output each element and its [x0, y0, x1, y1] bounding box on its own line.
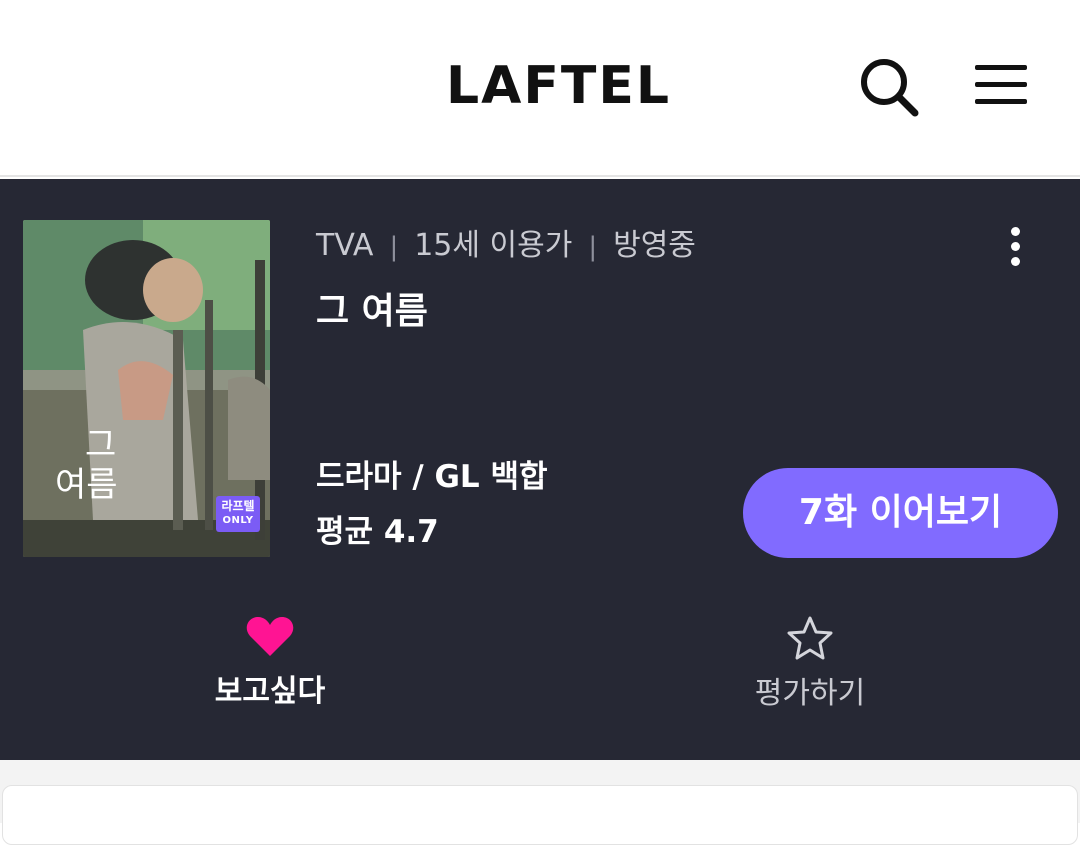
heart-icon — [246, 617, 294, 656]
more-vertical-icon — [995, 227, 1035, 266]
anime-title: 그 여름 — [316, 291, 428, 332]
age-rating-label: 15세 이용가 — [414, 228, 573, 263]
search-button[interactable] — [858, 56, 920, 118]
anime-detail-panel: 그 여름 라프텔 ONLY TVA | 15세 이용가 | 방영중 그 여름 드라마 /… — [0, 179, 1080, 760]
laftel-only-badge: 라프텔 ONLY — [216, 496, 260, 532]
anime-meta: TVA | 15세 이용가 | 방영중 — [316, 221, 696, 272]
badge-line2: ONLY — [222, 515, 254, 526]
menu-button[interactable] — [975, 62, 1029, 108]
rate-button[interactable]: 평가하기 — [690, 616, 930, 736]
genre-label: 드라마 / GL 백합 — [316, 459, 548, 495]
star-outline-icon — [787, 616, 833, 660]
hamburger-menu-icon — [975, 65, 1027, 104]
continue-watching-button[interactable]: 7화 이어보기 — [743, 468, 1058, 558]
wishlist-label: 보고싶다 — [214, 674, 326, 709]
format-label: TVA — [316, 228, 374, 263]
app-header: LAFTEL — [0, 0, 1080, 177]
more-options-button[interactable] — [995, 223, 1035, 275]
meta-divider: | — [389, 232, 399, 262]
content-card — [2, 785, 1078, 845]
poster-image[interactable]: 그 여름 라프텔 ONLY — [23, 220, 270, 557]
poster-title: 그 여름 — [55, 425, 118, 505]
badge-line1: 라프텔 — [221, 499, 255, 513]
laftel-logo[interactable]: LAFTEL — [446, 56, 671, 116]
poster-title-line1: 그 — [85, 425, 117, 465]
status-label: 방영중 — [613, 228, 696, 263]
rate-label: 평가하기 — [754, 676, 866, 711]
average-rating: 평균 4.7 — [316, 514, 439, 550]
wishlist-button[interactable]: 보고싶다 — [150, 616, 390, 736]
poster-title-line2: 여름 — [55, 465, 118, 505]
search-icon — [861, 59, 919, 117]
meta-divider: | — [588, 232, 598, 262]
